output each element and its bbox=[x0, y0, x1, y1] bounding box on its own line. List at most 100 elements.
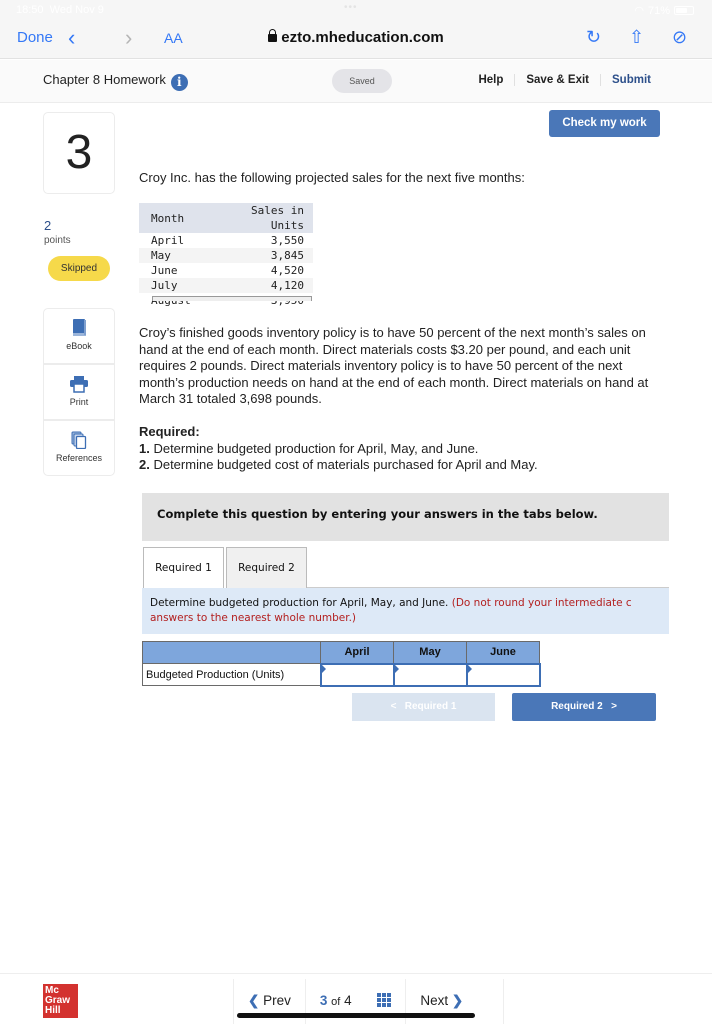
instruction-note: (Do not round your intermediate c bbox=[448, 597, 632, 609]
references-icon bbox=[71, 431, 87, 449]
help-link[interactable]: Help bbox=[467, 74, 514, 86]
submit-link[interactable]: Submit bbox=[600, 74, 662, 86]
may-production-input[interactable] bbox=[394, 664, 466, 685]
url-text: ezto.mheducation.com bbox=[281, 29, 444, 46]
tab-instruction: Determine budgeted production for April,… bbox=[142, 588, 669, 634]
wifi-icon: ◠ bbox=[634, 5, 644, 17]
table-row: July 4,120 bbox=[139, 278, 313, 293]
required-num: 1. bbox=[139, 440, 150, 456]
header-may: May bbox=[393, 641, 467, 664]
month-cell: July bbox=[151, 279, 178, 292]
logo-line: Hill bbox=[45, 1005, 61, 1016]
june-input-cell[interactable] bbox=[465, 662, 541, 687]
header-month: Month bbox=[151, 211, 185, 225]
sales-cell: 3,845 bbox=[270, 249, 304, 262]
question-intro: Croy Inc. has the following projected sa… bbox=[139, 170, 525, 185]
table-row: April 3,550 bbox=[139, 233, 313, 248]
tab-required-1[interactable]: Required 1 bbox=[143, 547, 224, 588]
chevron-right-icon: > bbox=[611, 701, 617, 712]
points-value: 2 bbox=[44, 218, 52, 233]
reload-icon[interactable]: ↻ bbox=[586, 27, 601, 48]
question-number: 3 bbox=[43, 112, 115, 194]
question-paragraph: Croy’s finished goods inventory policy i… bbox=[139, 325, 649, 406]
header-links: Help Save & Exit Submit bbox=[467, 74, 662, 86]
printer-icon bbox=[70, 376, 88, 393]
battery-percent: 71% bbox=[647, 4, 670, 17]
month-cell: June bbox=[151, 264, 178, 277]
table-row: Budgeted Production (Units) bbox=[142, 662, 541, 687]
print-button[interactable]: Print bbox=[43, 364, 115, 420]
next-required-button[interactable]: Required 2 > bbox=[512, 693, 656, 721]
month-cell: May bbox=[151, 249, 171, 262]
blank-header bbox=[142, 641, 321, 664]
status-badge: Skipped bbox=[48, 256, 110, 281]
required-heading: Required: bbox=[139, 424, 200, 439]
sales-cell: 4,120 bbox=[270, 279, 304, 292]
next-label: Next bbox=[420, 993, 449, 1008]
june-production-input[interactable] bbox=[467, 664, 539, 685]
app-header: Chapter 8 Homework i Saved Help Save & Ex… bbox=[0, 60, 712, 103]
print-label: Print bbox=[69, 397, 89, 407]
save-exit-link[interactable]: Save & Exit bbox=[514, 74, 600, 86]
mcgraw-hill-logo: Mc Graw Hill bbox=[43, 984, 78, 1018]
sales-cell: 4,520 bbox=[270, 264, 304, 277]
header-june: June bbox=[466, 641, 540, 664]
total-pages: 4 bbox=[344, 993, 352, 1008]
compass-icon[interactable]: ⊘ bbox=[672, 27, 687, 48]
table-scrollbar[interactable] bbox=[152, 296, 312, 301]
status-right: ◠ 71% bbox=[634, 4, 694, 17]
instruction-note-cont: answers to the nearest whole number.) bbox=[150, 612, 357, 624]
sales-table-header: Month Sales in Units bbox=[139, 203, 313, 233]
grid-icon[interactable] bbox=[377, 993, 392, 1007]
multitasking-dots-icon[interactable]: ••• bbox=[344, 2, 358, 13]
references-button[interactable]: References bbox=[43, 420, 115, 476]
answer-table: April May June Budgeted Production (Unit… bbox=[142, 641, 541, 687]
april-input-cell[interactable] bbox=[319, 662, 395, 687]
row-label: Budgeted Production (Units) bbox=[142, 663, 321, 686]
instruction-text: Determine budgeted production for April,… bbox=[150, 597, 449, 609]
ebook-label: eBook bbox=[66, 341, 92, 351]
chevron-left-icon: ❮ bbox=[248, 993, 260, 1008]
next-required-label: Required 2 bbox=[551, 701, 603, 712]
sales-cell: 3,550 bbox=[270, 234, 304, 247]
table-row: May 3,845 bbox=[139, 248, 313, 263]
month-cell: April bbox=[151, 234, 185, 247]
share-icon[interactable]: ⇧ bbox=[629, 27, 644, 48]
address-bar[interactable]: ezto.mheducation.com bbox=[0, 29, 712, 46]
assignment-title-text: Chapter 8 Homework bbox=[43, 72, 166, 87]
battery-icon bbox=[674, 6, 694, 15]
table-row: June 4,520 bbox=[139, 263, 313, 278]
sales-table: Month Sales in Units April 3,550 May 3,845… bbox=[139, 203, 313, 308]
saved-badge: Saved bbox=[332, 69, 392, 93]
references-label: References bbox=[55, 453, 103, 463]
status-time: 18:50 Wed Nov 9 bbox=[16, 4, 104, 16]
answer-header-row: April May June bbox=[142, 641, 540, 664]
instructions-banner: Complete this question by entering your … bbox=[142, 493, 669, 541]
ebook-button[interactable]: eBook bbox=[43, 308, 115, 364]
lock-icon bbox=[268, 29, 278, 42]
header-april: April bbox=[320, 641, 394, 664]
header-sales: Sales in Units bbox=[251, 204, 304, 232]
status-bar: 18:50 Wed Nov 9 ••• ◠ 71% bbox=[0, 0, 712, 20]
chevron-right-icon: ❯ bbox=[451, 993, 464, 1008]
points-label: points bbox=[44, 235, 71, 246]
home-indicator[interactable] bbox=[237, 1013, 475, 1018]
prev-label: Prev bbox=[263, 993, 291, 1008]
required-num: 2. bbox=[139, 457, 150, 472]
required-section: Required: 1. Determine budgeted producti… bbox=[139, 424, 664, 474]
info-icon[interactable]: i bbox=[170, 74, 188, 91]
check-my-work-button[interactable]: Check my work bbox=[549, 110, 660, 137]
current-page: 3 bbox=[319, 993, 328, 1008]
of-label: of bbox=[331, 996, 341, 1008]
may-input-cell[interactable] bbox=[392, 662, 468, 687]
required-text: Determine budgeted cost of materials pur… bbox=[149, 457, 538, 472]
prev-required-button[interactable]: < Required 1 bbox=[352, 693, 495, 721]
tab-required-2[interactable]: Required 2 bbox=[226, 547, 307, 588]
prev-required-label: Required 1 bbox=[404, 701, 457, 712]
chevron-left-icon: < bbox=[390, 701, 397, 712]
april-production-input[interactable] bbox=[321, 664, 393, 685]
browser-toolbar: Done ‹ › AA ezto.mheducation.com ↻ ⇧ ⊘ bbox=[0, 20, 712, 59]
book-icon bbox=[73, 319, 86, 336]
assignment-title: Chapter 8 Homework i bbox=[43, 72, 188, 91]
required-text: Determine budgeted production for April,… bbox=[149, 440, 479, 456]
